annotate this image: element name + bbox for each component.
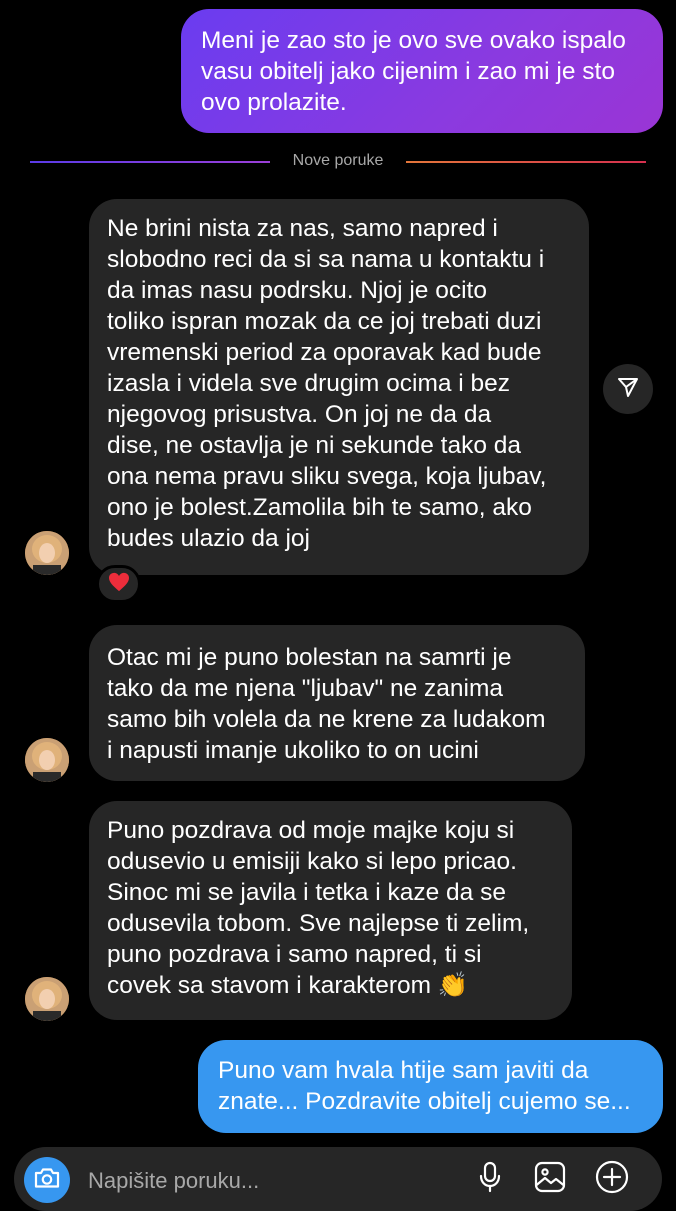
contact-avatar[interactable] xyxy=(25,977,69,1021)
message-bubble-incoming[interactable]: Puno pozdrava od moje majke koju si odus… xyxy=(89,801,572,1020)
microphone-button[interactable] xyxy=(472,1161,508,1197)
message-composer xyxy=(14,1147,662,1211)
message-bubble-incoming[interactable]: Otac mi je puno bolestan na samrti je ta… xyxy=(89,625,585,781)
divider-line-left xyxy=(30,161,270,163)
gallery-button[interactable] xyxy=(532,1161,568,1197)
divider-line-right xyxy=(406,161,646,163)
heart-icon xyxy=(108,572,130,597)
message-bubble-incoming[interactable]: Ne brini nista za nas, samo napred i slo… xyxy=(89,199,589,575)
share-button[interactable] xyxy=(603,364,653,414)
image-icon xyxy=(534,1161,566,1198)
message-input[interactable] xyxy=(88,1165,388,1197)
contact-avatar[interactable] xyxy=(25,531,69,575)
add-button[interactable] xyxy=(594,1160,630,1199)
microphone-icon xyxy=(478,1161,502,1198)
camera-button[interactable] xyxy=(24,1157,70,1203)
plus-icon xyxy=(595,1160,629,1199)
reaction-heart[interactable] xyxy=(96,565,141,603)
message-bubble-outgoing[interactable]: Meni je zao sto je ovo sve ovako ispalo … xyxy=(181,9,663,133)
new-messages-label: Nove poruke xyxy=(292,152,384,169)
contact-avatar[interactable] xyxy=(25,738,69,782)
message-bubble-outgoing[interactable]: Puno vam hvala htije sam javiti da znate… xyxy=(198,1040,663,1133)
new-messages-divider: Nove poruke xyxy=(0,150,676,174)
send-icon xyxy=(616,375,640,404)
camera-icon xyxy=(34,1167,60,1194)
